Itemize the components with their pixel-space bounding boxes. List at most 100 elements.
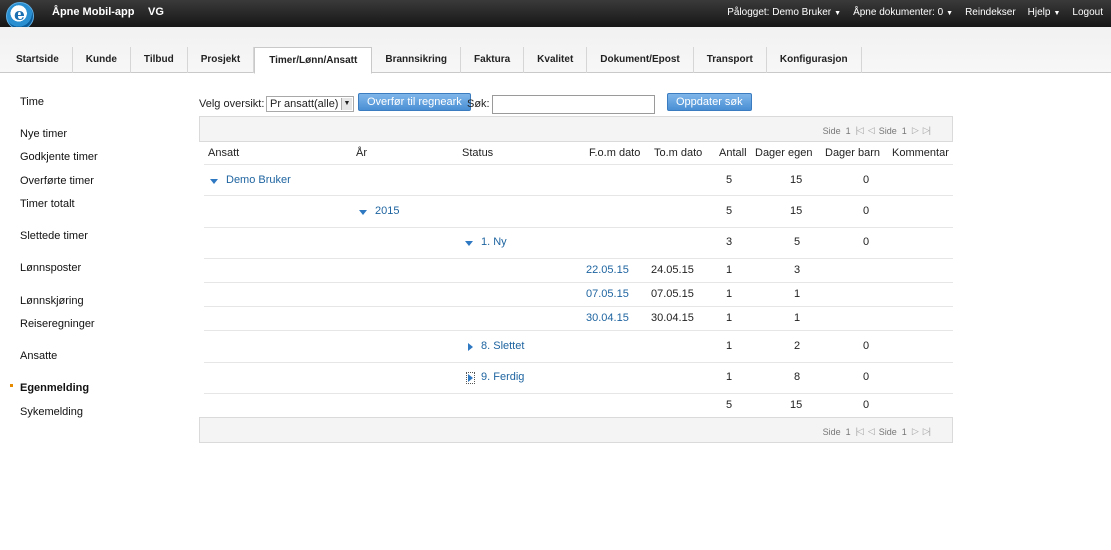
tab-prosjekt[interactable]: Prosjekt xyxy=(188,47,255,73)
tab-faktura[interactable]: Faktura xyxy=(461,47,525,73)
status-label[interactable]: 8. Slettet xyxy=(481,340,524,352)
reindex-link[interactable]: Reindekser xyxy=(965,7,1016,18)
collapse-arrow-icon[interactable] xyxy=(210,179,218,184)
sidebar-item-time[interactable]: Time xyxy=(20,96,44,108)
count-cell: 1 xyxy=(726,371,733,383)
sidebar-item-l-nnskj-ring[interactable]: Lønnskjøring xyxy=(20,295,84,307)
column-header-ansatt[interactable]: Ansatt xyxy=(208,147,239,159)
export-to-spreadsheet-button[interactable]: Overfør til regneark xyxy=(358,93,471,111)
sidebar-item-godkjente-timer[interactable]: Godkjente timer xyxy=(20,151,98,163)
search-label: Søk: xyxy=(467,98,490,110)
overview-label: Velg oversikt: xyxy=(199,98,265,110)
column-header-own-days[interactable]: Dager egen xyxy=(755,147,813,159)
column-header-status[interactable]: Status xyxy=(462,147,493,159)
sidebar-item-slettede-timer[interactable]: Slettede timer xyxy=(20,230,88,242)
own-days-cell: 1 xyxy=(794,288,801,300)
total-child-days-cell: 0 xyxy=(863,399,870,411)
last-page-icon[interactable]: ▷| xyxy=(923,426,931,437)
active-item-bullet-icon xyxy=(10,384,13,387)
year-label[interactable]: 2015 xyxy=(375,205,399,217)
row-divider xyxy=(204,227,953,228)
sidebar-item-reiseregninger[interactable]: Reiseregninger xyxy=(20,318,95,330)
tab-kunde[interactable]: Kunde xyxy=(73,47,131,73)
page-total: 1 xyxy=(901,125,907,136)
previous-page-icon[interactable]: ◁ xyxy=(868,125,875,136)
chevron-down-icon: ▼ xyxy=(834,10,842,17)
page-label: Side xyxy=(878,125,897,136)
tab-konfigurasjon[interactable]: Konfigurasjon xyxy=(767,47,862,73)
status-label[interactable]: 9. Ferdig xyxy=(481,371,524,383)
tab-kvalitet[interactable]: Kvalitet xyxy=(524,47,588,73)
from-date-link[interactable]: 22.05.15 xyxy=(586,264,629,276)
next-page-icon[interactable]: ▷ xyxy=(912,125,919,136)
row-divider xyxy=(204,164,953,165)
logged-in-label: Pålogget: Demo Bruker xyxy=(727,7,832,18)
tab-dokument-epost[interactable]: Dokument/Epost xyxy=(587,47,694,73)
sidebar-item-egenmelding[interactable]: Egenmelding xyxy=(20,382,89,394)
employee-name[interactable]: Demo Bruker xyxy=(226,174,291,186)
search-input[interactable] xyxy=(492,95,655,114)
update-search-button[interactable]: Oppdater søk xyxy=(667,93,752,111)
sidebar-item-overf-rte-timer[interactable]: Overførte timer xyxy=(20,175,94,187)
column-header-to-date[interactable]: To.m dato xyxy=(654,147,702,159)
from-date-link[interactable]: 07.05.15 xyxy=(586,288,629,300)
row-divider xyxy=(204,258,953,259)
open-documents-menu[interactable]: Åpne dokumenter: 0 ▼ xyxy=(853,7,953,18)
count-cell: 1 xyxy=(726,288,733,300)
help-menu[interactable]: Hjelp ▼ xyxy=(1028,7,1061,18)
own-days-cell: 3 xyxy=(794,264,801,276)
count-cell: 5 xyxy=(726,205,733,217)
logged-in-user-menu[interactable]: Pålogget: Demo Bruker ▼ xyxy=(727,7,841,18)
chevron-down-icon: ▼ xyxy=(946,10,954,17)
child-days-cell: 0 xyxy=(863,205,870,217)
child-days-cell: 0 xyxy=(863,371,870,383)
collapse-arrow-icon[interactable] xyxy=(359,210,367,215)
help-label: Hjelp xyxy=(1027,7,1051,18)
page-label: Side xyxy=(822,426,841,437)
column-header-from-date[interactable]: F.o.m dato xyxy=(589,147,640,159)
to-date-cell: 24.05.15 xyxy=(651,264,694,276)
expand-arrow-icon[interactable] xyxy=(468,343,473,351)
from-date-link[interactable]: 30.04.15 xyxy=(586,312,629,324)
logout-link[interactable]: Logout xyxy=(1072,7,1103,18)
tab-transport[interactable]: Transport xyxy=(694,47,767,73)
collapse-arrow-icon[interactable] xyxy=(465,241,473,246)
tab-brannsikring[interactable]: Brannsikring xyxy=(372,47,462,73)
count-cell: 1 xyxy=(726,312,733,324)
own-days-cell: 15 xyxy=(790,205,803,217)
next-page-icon[interactable]: ▷ xyxy=(912,426,919,437)
sidebar-item-nye-timer[interactable]: Nye timer xyxy=(20,128,67,140)
row-divider xyxy=(204,330,953,331)
page-number: 1 xyxy=(845,125,851,136)
status-label[interactable]: 1. Ny xyxy=(481,236,507,248)
first-page-icon[interactable]: |◁ xyxy=(856,125,864,136)
sidebar-item-timer-totalt[interactable]: Timer totalt xyxy=(20,198,75,210)
sidebar-item-ansatte[interactable]: Ansatte xyxy=(20,350,57,362)
sidebar-item-l-nnsposter[interactable]: Lønnsposter xyxy=(20,262,81,274)
last-page-icon[interactable]: ▷| xyxy=(923,125,931,136)
overview-select[interactable]: Pr ansatt(alle) ▼ xyxy=(266,96,354,112)
open-mobile-app-link[interactable]: Åpne Mobil-app xyxy=(52,6,135,18)
page-label: Side xyxy=(878,426,897,437)
column-header-comment[interactable]: Kommentar xyxy=(892,147,949,159)
column-header-count[interactable]: Antall xyxy=(719,147,747,159)
expand-arrow-icon[interactable] xyxy=(466,372,475,384)
page-total: 1 xyxy=(901,426,907,437)
column-header-year[interactable]: År xyxy=(356,147,367,159)
tab-startside[interactable]: Startside xyxy=(3,47,73,73)
pager-bottom: Side 1 |◁ ◁ Side 1 ▷ ▷| xyxy=(199,417,953,443)
sidebar-item-sykemelding[interactable]: Sykemelding xyxy=(20,406,83,418)
open-documents-label: Åpne dokumenter: 0 xyxy=(853,7,944,18)
count-cell: 3 xyxy=(726,236,733,248)
company-code: VG xyxy=(148,6,164,18)
tab-timer-l-nn-ansatt[interactable]: Timer/Lønn/Ansatt xyxy=(254,47,373,74)
app-logo[interactable]: e xyxy=(6,2,34,30)
row-divider xyxy=(204,393,953,394)
previous-page-icon[interactable]: ◁ xyxy=(868,426,875,437)
first-page-icon[interactable]: |◁ xyxy=(856,426,864,437)
column-header-child-days[interactable]: Dager barn xyxy=(825,147,880,159)
dropdown-arrow-icon: ▼ xyxy=(341,98,352,110)
count-cell: 1 xyxy=(726,340,733,352)
row-divider xyxy=(204,362,953,363)
tab-tilbud[interactable]: Tilbud xyxy=(131,47,188,73)
